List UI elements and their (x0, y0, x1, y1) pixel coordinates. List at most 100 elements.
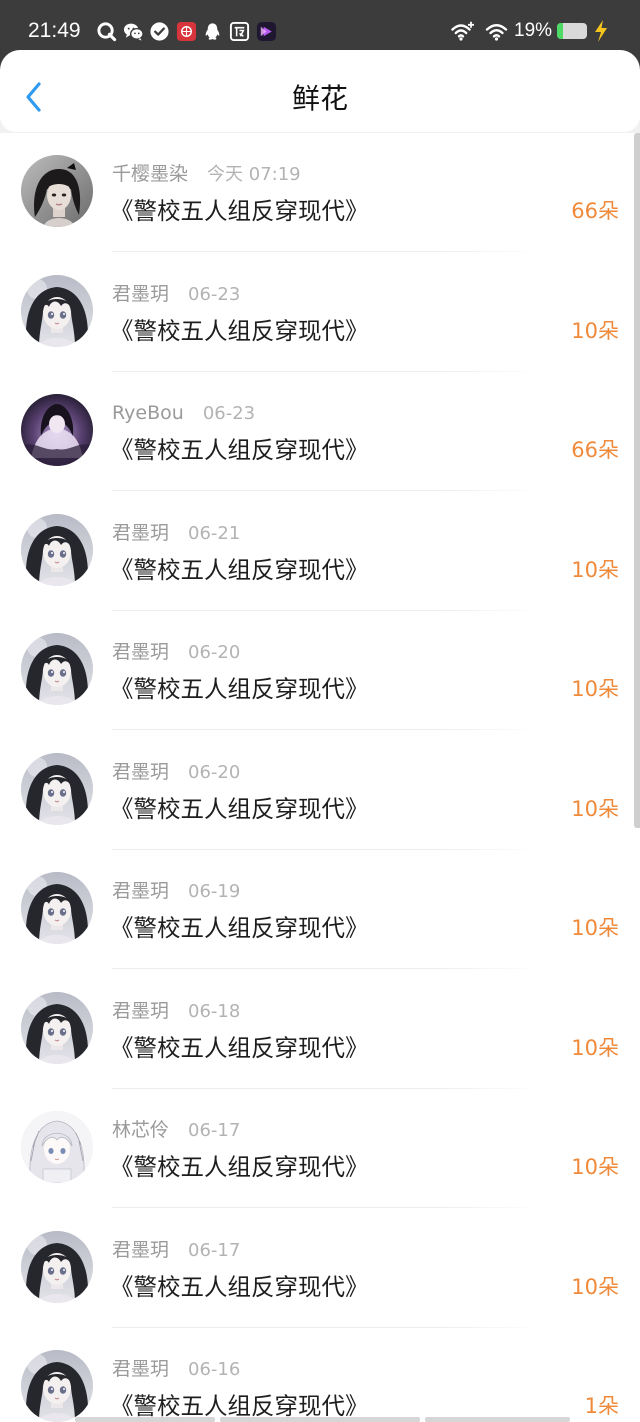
record-date: 06-20 (188, 761, 241, 783)
flower-count: 10朵 (571, 1155, 619, 1179)
scrollbar[interactable] (634, 133, 640, 828)
avatar-photo-girl-icon (21, 155, 93, 227)
flower-count: 10朵 (571, 796, 619, 821)
avatar-anime-dark-hair-icon (21, 275, 93, 347)
user-name[interactable]: 君墨玥 (112, 1358, 169, 1380)
book-title[interactable]: 《警校五人组反穿现代》 (110, 1271, 369, 1303)
flower-record-item[interactable]: 君墨玥 06-19 《警校五人组反穿现代》 10朵 (0, 850, 640, 970)
user-name[interactable]: 君墨玥 (112, 522, 169, 544)
avatar[interactable] (21, 513, 93, 586)
avatar[interactable] (21, 1230, 93, 1303)
flower-count: 10朵 (571, 557, 619, 582)
flower-record-item[interactable]: 君墨玥 06-21 《警校五人组反穿现代》 10朵 (0, 492, 640, 612)
book-title[interactable]: 《警校五人组反穿现代》 (110, 434, 369, 466)
bottom-edge-segment (220, 1417, 420, 1422)
user-name[interactable]: 君墨玥 (112, 761, 169, 783)
avatar-anime-white-hair-icon (21, 1111, 93, 1183)
charging-bolt-icon (595, 20, 607, 42)
red-app-icon (176, 21, 196, 41)
bottom-edge-segment (75, 1417, 215, 1422)
flower-record-list[interactable]: 千樱墨染 今天 07:19 《警校五人组反穿现代》 66朵 君墨玥 06-23 《警… (0, 133, 640, 1422)
book-title[interactable]: 《警校五人组反穿现代》 (110, 793, 369, 825)
record-meta: 君墨玥 06-16 (112, 1357, 240, 1381)
flower-record-item[interactable]: 君墨玥 06-23 《警校五人组反穿现代》 10朵 (0, 253, 640, 373)
notification-icons (96, 20, 277, 42)
flower-record-item[interactable]: 千樱墨染 今天 07:19 《警校五人组反穿现代》 66朵 (0, 133, 640, 253)
avatar-anime-dark-hair-icon (21, 992, 93, 1064)
baidu-icon (229, 21, 250, 41)
record-meta: 千樱墨染 今天 07:19 (112, 162, 301, 186)
avatar[interactable] (21, 274, 93, 347)
avatar[interactable] (21, 1111, 93, 1183)
flower-count: 10朵 (571, 677, 619, 701)
flower-record-item[interactable]: RyeBou 06-23 《警校五人组反穿现代》 66朵 (0, 372, 640, 492)
user-name[interactable]: 林芯伶 (112, 1119, 169, 1141)
record-meta: 君墨玥 06-20 (112, 640, 240, 664)
avatar-anime-purple-icon (21, 394, 93, 466)
record-date: 06-17 (188, 1239, 241, 1261)
avatar[interactable] (21, 1350, 93, 1422)
user-name[interactable]: 君墨玥 (112, 880, 169, 902)
flower-count: 66朵 (571, 199, 619, 223)
record-meta: 君墨玥 06-21 (112, 521, 240, 545)
flower-record-item[interactable]: 君墨玥 06-16 《警校五人组反穿现代》 1朵 (0, 1328, 640, 1422)
wifi-icon (485, 24, 508, 41)
page-title: 鲜花 (291, 82, 348, 115)
check-circle-icon (150, 21, 169, 41)
record-meta: 君墨玥 06-18 (112, 999, 240, 1023)
flower-count: 66朵 (571, 438, 619, 462)
avatar[interactable] (21, 752, 93, 825)
flower-record-item[interactable]: 君墨玥 06-17 《警校五人组反穿现代》 10朵 (0, 1209, 640, 1329)
battery-fill (557, 23, 563, 39)
record-meta: 林芯伶 06-17 (112, 1118, 240, 1142)
record-date: 06-19 (188, 881, 241, 902)
record-date: 06-23 (202, 403, 256, 424)
book-title[interactable]: 《警校五人组反穿现代》 (110, 315, 369, 347)
avatar-anime-dark-hair-icon (21, 633, 93, 705)
record-date: 06-23 (188, 283, 241, 305)
record-date: 06-21 (188, 522, 241, 544)
user-name[interactable]: 君墨玥 (112, 1000, 169, 1022)
flower-count: 10朵 (571, 1035, 619, 1060)
flower-count: 10朵 (571, 916, 619, 940)
user-name[interactable]: RyeBou (112, 402, 184, 424)
flower-record-item[interactable]: 君墨玥 06-20 《警校五人组反穿现代》 10朵 (0, 731, 640, 851)
header: 鲜花 (0, 50, 640, 132)
avatar-anime-dark-hair-icon (21, 1231, 93, 1303)
book-title[interactable]: 《警校五人组反穿现代》 (110, 554, 369, 586)
record-date: 06-17 (188, 1120, 241, 1141)
avatar[interactable] (21, 155, 93, 227)
record-date: 今天 07:19 (207, 164, 301, 185)
avatar[interactable] (21, 633, 93, 705)
user-name[interactable]: 千樱墨染 (112, 163, 188, 185)
flower-record-item[interactable]: 林芯伶 06-17 《警校五人组反穿现代》 10朵 (0, 1089, 640, 1209)
book-title[interactable]: 《警校五人组反穿现代》 (110, 673, 369, 705)
user-name[interactable]: 君墨玥 (112, 283, 169, 305)
battery-percentage: 19% (514, 20, 553, 41)
flower-record-item[interactable]: 君墨玥 06-18 《警校五人组反穿现代》 10朵 (0, 970, 640, 1090)
status-time: 21:49 (28, 19, 81, 42)
avatar[interactable] (21, 991, 93, 1064)
flower-count: 1朵 (584, 1394, 619, 1418)
record-meta: 君墨玥 06-17 (112, 1238, 240, 1262)
record-meta: RyeBou 06-23 (112, 401, 255, 425)
record-meta: 君墨玥 06-20 (112, 760, 240, 784)
book-title[interactable]: 《警校五人组反穿现代》 (110, 1032, 369, 1064)
avatar[interactable] (21, 394, 93, 466)
book-title[interactable]: 《警校五人组反穿现代》 (110, 912, 369, 944)
flower-record-item[interactable]: 君墨玥 06-20 《警校五人组反穿现代》 10朵 (0, 611, 640, 731)
qq-icon (206, 22, 220, 40)
avatar-anime-dark-hair-icon (21, 872, 93, 944)
user-name[interactable]: 君墨玥 (112, 1239, 169, 1261)
book-title[interactable]: 《警校五人组反穿现代》 (110, 195, 369, 227)
book-title[interactable]: 《警校五人组反穿现代》 (110, 1151, 369, 1183)
record-date: 06-18 (188, 1000, 241, 1022)
record-date: 06-20 (188, 642, 241, 663)
avatar-anime-dark-hair-icon (21, 753, 93, 825)
avatar-anime-dark-hair-icon (21, 514, 93, 586)
avatar[interactable] (21, 872, 93, 944)
battery-icon (557, 23, 587, 39)
record-meta: 君墨玥 06-19 (112, 879, 240, 903)
wechat-icon (123, 23, 144, 41)
user-name[interactable]: 君墨玥 (112, 641, 169, 663)
